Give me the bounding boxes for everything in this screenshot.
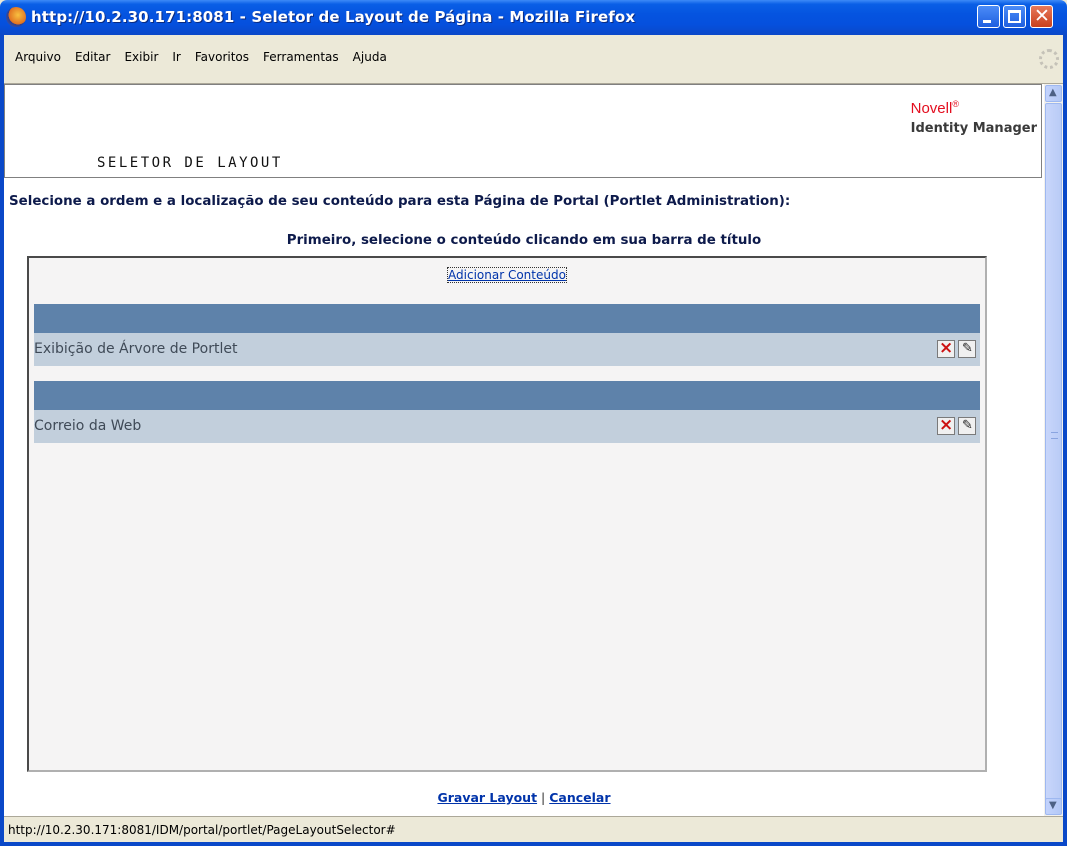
menu-ir[interactable]: Ir bbox=[165, 50, 187, 64]
menu-exibir[interactable]: Exibir bbox=[117, 50, 165, 64]
portlet-row[interactable]: Correio da Web × ✎ bbox=[34, 410, 980, 443]
page-header: Novell® Identity Manager SELETOR DE LAYO… bbox=[4, 84, 1042, 178]
portlet-row[interactable]: Exibição de Árvore de Portlet × ✎ bbox=[34, 333, 980, 366]
product-name: Identity Manager bbox=[910, 121, 1037, 136]
scroll-up-button[interactable]: ▲ bbox=[1045, 85, 1062, 102]
window-frame-bottom bbox=[0, 842, 1067, 846]
instruction-text: Selecione a ordem e a localização de seu… bbox=[9, 194, 791, 209]
add-content-row: Adicionar Conteúdo bbox=[29, 266, 985, 284]
footer-separator: | bbox=[541, 790, 546, 805]
portlet-label: Exibição de Árvore de Portlet bbox=[34, 341, 238, 357]
grip-icon bbox=[1051, 432, 1058, 439]
portlet-actions: × ✎ bbox=[937, 338, 976, 358]
close-icon: ✕ bbox=[1034, 5, 1050, 27]
cancel-link[interactable]: Cancelar bbox=[549, 790, 610, 805]
scroll-down-button[interactable]: ▼ bbox=[1045, 798, 1062, 815]
menu-bar: Arquivo Editar Exibir Ir Favoritos Ferra… bbox=[4, 35, 1063, 84]
brand-mark: ® bbox=[952, 99, 959, 109]
vertical-scrollbar[interactable]: ▲ ▼ bbox=[1044, 84, 1063, 816]
minimize-icon bbox=[983, 20, 991, 23]
portlet-title-bar[interactable] bbox=[34, 304, 980, 333]
portlet-item: Correio da Web × ✎ bbox=[34, 381, 980, 443]
brand-logo: Novell® Identity Manager bbox=[911, 99, 1037, 136]
portlet-actions: × ✎ bbox=[937, 415, 976, 435]
edit-icon: ✎ bbox=[962, 418, 973, 433]
menu-items: Arquivo Editar Exibir Ir Favoritos Ferra… bbox=[8, 50, 394, 64]
window-title: http://10.2.30.171:8081 - Seletor de Lay… bbox=[31, 8, 636, 26]
menu-ajuda[interactable]: Ajuda bbox=[346, 50, 394, 64]
minimize-button[interactable] bbox=[977, 5, 1000, 28]
window-frame-right bbox=[1063, 35, 1067, 846]
maximize-icon bbox=[1008, 10, 1021, 23]
menu-editar[interactable]: Editar bbox=[68, 50, 118, 64]
page-title: SELETOR DE LAYOUT bbox=[97, 155, 283, 171]
throbber-icon bbox=[1039, 49, 1059, 69]
edit-portlet-button[interactable]: ✎ bbox=[958, 417, 976, 435]
remove-portlet-button[interactable]: × bbox=[937, 415, 955, 435]
layout-panel: Adicionar Conteúdo Exibição de Árvore de… bbox=[27, 256, 987, 772]
portlet-label: Correio da Web bbox=[34, 418, 142, 434]
window-titlebar[interactable]: http://10.2.30.171:8081 - Seletor de Lay… bbox=[0, 0, 1067, 35]
menu-ferramentas[interactable]: Ferramentas bbox=[256, 50, 346, 64]
remove-portlet-button[interactable]: × bbox=[937, 338, 955, 358]
save-layout-link[interactable]: Gravar Layout bbox=[437, 790, 537, 805]
brand-name: Novell bbox=[910, 100, 953, 117]
close-button[interactable]: ✕ bbox=[1030, 5, 1053, 28]
add-content-link[interactable]: Adicionar Conteúdo bbox=[447, 267, 567, 283]
portlet-item: Exibição de Árvore de Portlet × ✎ bbox=[34, 304, 980, 366]
remove-icon: × bbox=[939, 415, 954, 435]
chevron-up-icon: ▲ bbox=[1049, 87, 1057, 98]
page-viewport: Novell® Identity Manager SELETOR DE LAYO… bbox=[4, 84, 1044, 816]
firefox-icon bbox=[6, 7, 26, 27]
chevron-down-icon: ▼ bbox=[1049, 800, 1057, 811]
portlet-title-bar[interactable] bbox=[34, 381, 980, 410]
maximize-button[interactable] bbox=[1003, 5, 1026, 28]
menu-favoritos[interactable]: Favoritos bbox=[188, 50, 256, 64]
edit-portlet-button[interactable]: ✎ bbox=[958, 340, 976, 358]
status-bar: http://10.2.30.171:8081/IDM/portal/portl… bbox=[4, 816, 1063, 842]
scroll-thumb[interactable] bbox=[1045, 103, 1062, 813]
menu-arquivo[interactable]: Arquivo bbox=[8, 50, 68, 64]
subinstruction-text: Primeiro, selecione o conteúdo clicando … bbox=[286, 233, 762, 248]
edit-icon: ✎ bbox=[962, 341, 973, 356]
footer-links: Gravar Layout | Cancelar bbox=[4, 790, 1044, 805]
status-url: http://10.2.30.171:8081/IDM/portal/portl… bbox=[8, 823, 396, 837]
remove-icon: × bbox=[939, 338, 954, 358]
